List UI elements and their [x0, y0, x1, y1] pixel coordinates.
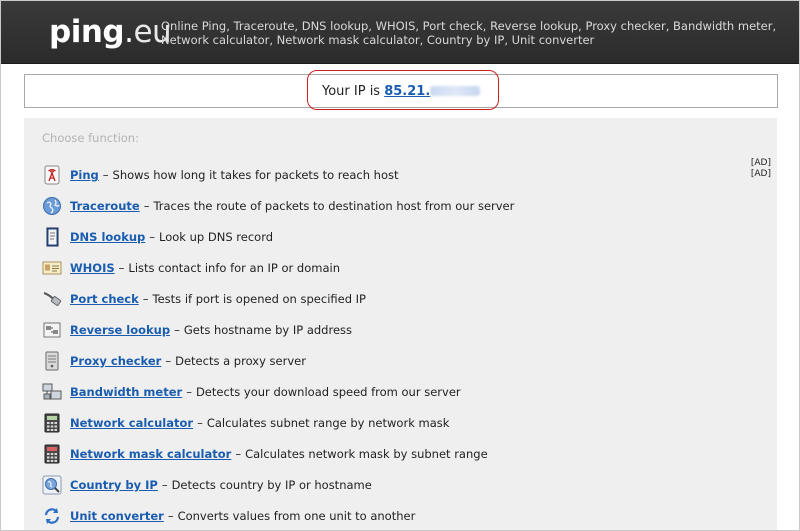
separator: –: [149, 230, 156, 244]
site-header: ping.eu Online Ping, Traceroute, DNS loo…: [1, 1, 799, 64]
function-item-port-check: Port check – Tests if port is opened on …: [42, 287, 742, 311]
ip-text: Your IP is 85.21.: [322, 84, 481, 99]
calculator-red-icon: [44, 444, 60, 464]
separator: –: [235, 447, 242, 461]
id-card-icon: [42, 261, 62, 275]
traceroute-description: Traces the route of packets to destinati…: [153, 199, 515, 213]
reverse-lookup-link[interactable]: Reverse lookup: [70, 323, 170, 337]
separator: –: [174, 323, 180, 337]
separator: –: [102, 168, 109, 182]
choose-function-label: Choose function:: [42, 131, 139, 145]
reverse-lookup-description: Gets hostname by IP address: [183, 323, 353, 337]
ad-label[interactable]: [AD]: [751, 169, 771, 180]
reverse-lookup-icon: [43, 322, 61, 338]
browser-frame: ping.eu Online Ping, Traceroute, DNS loo…: [0, 0, 800, 531]
function-item-network-calculator: Network calculator – Calculates subnet r…: [42, 411, 742, 435]
globe-icon: [43, 197, 61, 215]
function-item-network-mask-calculator: Network mask calculator – Calculates net…: [42, 442, 742, 466]
function-item-traceroute: Traceroute – Traces the route of packets…: [42, 194, 742, 218]
convert-arrows-icon: [44, 508, 60, 524]
logo-main: ping: [49, 14, 125, 50]
book-icon: [46, 227, 59, 247]
ping-antenna-icon: [44, 165, 60, 185]
ad-markers: [AD] [AD]: [751, 158, 771, 180]
bandwidth-meter-link[interactable]: Bandwidth meter: [70, 385, 182, 399]
ip-redacted-blur: [430, 86, 481, 96]
separator: –: [167, 509, 174, 523]
function-panel: Choose function: [AD] [AD] Ping – Shows …: [24, 118, 777, 530]
function-item-country-by-ip: Country by IP – Detects country by IP or…: [42, 473, 742, 497]
function-item-ping: Ping – Shows how long it takes for packe…: [42, 163, 742, 187]
traceroute-link[interactable]: Traceroute: [70, 199, 140, 213]
country-by-ip-link[interactable]: Country by IP: [70, 478, 158, 492]
globe-search-icon: [42, 475, 62, 495]
function-item-bandwidth-meter: Bandwidth meter – Detects your download …: [42, 380, 742, 404]
dns-lookup-description: Look up DNS record: [159, 230, 274, 244]
dns-lookup-link[interactable]: DNS lookup: [70, 230, 145, 244]
separator: –: [186, 385, 192, 399]
ip-box: Your IP is 85.21.: [24, 70, 778, 110]
unit-converter-description: Converts values from one unit to another: [177, 509, 416, 523]
proxy-checker-link[interactable]: Proxy checker: [70, 354, 161, 368]
proxy-checker-description: Detects a proxy server: [175, 354, 306, 368]
whois-link[interactable]: WHOIS: [70, 261, 115, 275]
function-item-unit-converter: Unit converter – Converts values from on…: [42, 504, 742, 528]
separator: –: [161, 478, 168, 492]
site-logo[interactable]: ping.eu: [49, 14, 172, 50]
function-item-whois: WHOIS – Lists contact info for an IP or …: [42, 256, 742, 280]
server-icon: [45, 351, 59, 371]
ping-link[interactable]: Ping: [70, 168, 99, 182]
separator: –: [197, 416, 203, 430]
function-item-dns-lookup: DNS lookup – Look up DNS record: [42, 225, 742, 249]
ad-label[interactable]: [AD]: [751, 158, 771, 169]
separator: –: [142, 292, 149, 306]
computers-icon: [42, 383, 62, 400]
port-check-link[interactable]: Port check: [70, 292, 139, 306]
network-mask-calculator-link[interactable]: Network mask calculator: [70, 447, 231, 461]
header-tagline: Online Ping, Traceroute, DNS lookup, WHO…: [161, 19, 777, 47]
ip-address-value: 85.21.: [384, 84, 431, 99]
country-by-ip-description: Detects country by IP or hostname: [171, 478, 372, 492]
function-item-reverse-lookup: Reverse lookup – Gets hostname by IP add…: [42, 318, 742, 342]
port-check-description: Tests if port is opened on specified IP: [152, 292, 366, 306]
calculator-icon: [44, 413, 60, 433]
separator: –: [165, 354, 172, 368]
separator: –: [143, 199, 150, 213]
network-calculator-description: Calculates subnet range by network mask: [206, 416, 450, 430]
unit-converter-link[interactable]: Unit converter: [70, 509, 164, 523]
network-mask-calculator-description: Calculates network mask by subnet range: [245, 447, 488, 461]
network-cable-icon: [43, 292, 62, 306]
separator: –: [118, 261, 125, 275]
bandwidth-meter-description: Detects your download speed from our ser…: [195, 385, 461, 399]
ip-address-link[interactable]: 85.21.: [384, 84, 481, 99]
function-item-proxy-checker: Proxy checker – Detects a proxy server: [42, 349, 742, 373]
ip-prefix: Your IP is: [322, 84, 381, 99]
ping-description: Shows how long it takes for packets to r…: [112, 168, 399, 182]
whois-description: Lists contact info for an IP or domain: [128, 261, 340, 275]
network-calculator-link[interactable]: Network calculator: [70, 416, 193, 430]
